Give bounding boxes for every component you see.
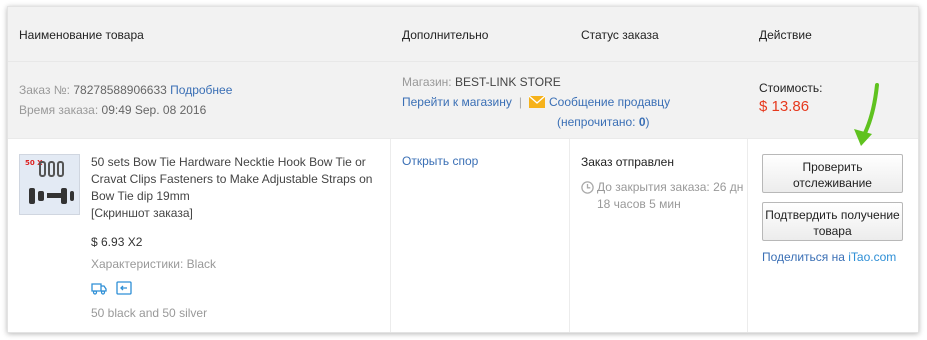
cost-value: $ 13.86 xyxy=(759,98,810,115)
unread-count: 0 xyxy=(638,115,646,129)
order-time: 09:49 Sep. 08 2016 xyxy=(101,103,207,117)
unit-price: $ 6.93 X2 xyxy=(91,235,143,249)
clock-icon xyxy=(581,181,594,194)
share-brand: iTao.com xyxy=(848,250,897,264)
store-label: Магазин: xyxy=(402,75,452,89)
product-image[interactable]: 50 X xyxy=(19,154,80,215)
header-product: Наименование товара xyxy=(19,28,144,42)
header-action: Действие xyxy=(759,28,812,42)
green-arrow-annotation xyxy=(854,83,879,146)
product-properties: Характеристики: Black xyxy=(91,256,386,273)
share-prefix: Поделиться на xyxy=(762,250,845,264)
order-cost: Стоимость: $ 13.86 xyxy=(748,62,918,138)
go-to-store-link[interactable]: Перейти к магазину xyxy=(402,95,512,109)
product-cell: 50 X 50 sets Bow Tie Hardware Necktie Ho… xyxy=(8,139,391,332)
order-card: Наименование товара Дополнительно Статус… xyxy=(7,6,919,333)
properties-value: Black xyxy=(186,257,216,271)
header-extra: Дополнительно xyxy=(402,28,489,42)
message-seller-link[interactable]: Сообщение продавцу xyxy=(549,95,670,109)
bow-tie-clips-icon: 50 X xyxy=(20,155,79,214)
order-summary: Заказ №: 78278588906633 Подробнее Время … xyxy=(8,62,918,138)
countdown-text: До закрытия заказа: 26 дн 18 часов 5 мин xyxy=(597,180,744,211)
action-cell: Проверить отслеживание Подтвердить получ… xyxy=(748,139,918,332)
buyer-note: 50 black and 50 silver xyxy=(91,306,208,320)
link-separator: | xyxy=(518,95,522,109)
service-icons xyxy=(91,279,386,295)
confirm-receipt-button[interactable]: Подтвердить получение товара xyxy=(762,202,903,241)
envelope-icon xyxy=(529,96,545,108)
product-info: 50 sets Bow Tie Hardware Necktie Hook Bo… xyxy=(91,154,386,322)
order-snapshot-link[interactable]: [Скриншот заказа] xyxy=(91,206,193,220)
header-status: Статус заказа xyxy=(581,28,659,42)
properties-label: Характеристики: xyxy=(91,257,184,271)
order-status: Заказ отправлен xyxy=(581,155,674,169)
check-tracking-button[interactable]: Проверить отслеживание xyxy=(762,154,903,193)
order-meta: Заказ №: 78278588906633 Подробнее Время … xyxy=(8,62,391,138)
delivery-truck-icon[interactable] xyxy=(91,281,107,295)
cost-label: Стоимость: xyxy=(759,81,823,95)
extra-cell: Открыть спор xyxy=(391,139,570,332)
table-header: Наименование товара Дополнительно Статус… xyxy=(8,7,918,62)
store-info: Магазин: BEST-LINK STORE Перейти к магаз… xyxy=(391,62,748,138)
store-name: BEST-LINK STORE xyxy=(454,75,561,89)
unread-messages[interactable]: (непрочитано: 0) xyxy=(402,112,748,132)
order-details-link[interactable]: Подробнее xyxy=(170,83,232,97)
share-link[interactable]: Поделиться на iTao.com xyxy=(762,250,918,264)
order-number-label: Заказ №: xyxy=(19,83,71,97)
product-title-link[interactable]: 50 sets Bow Tie Hardware Necktie Hook Bo… xyxy=(91,155,372,203)
order-time-label: Время заказа: xyxy=(19,103,99,117)
open-dispute-link[interactable]: Открыть спор xyxy=(402,154,478,168)
product-row: 50 X 50 sets Bow Tie Hardware Necktie Ho… xyxy=(8,138,918,332)
return-icon[interactable] xyxy=(116,281,132,295)
status-cell: Заказ отправлен До закрытия заказа: 26 д… xyxy=(570,139,748,332)
order-number: 78278588906633 xyxy=(73,83,167,97)
close-countdown: До закрытия заказа: 26 дн 18 часов 5 мин xyxy=(581,179,747,213)
